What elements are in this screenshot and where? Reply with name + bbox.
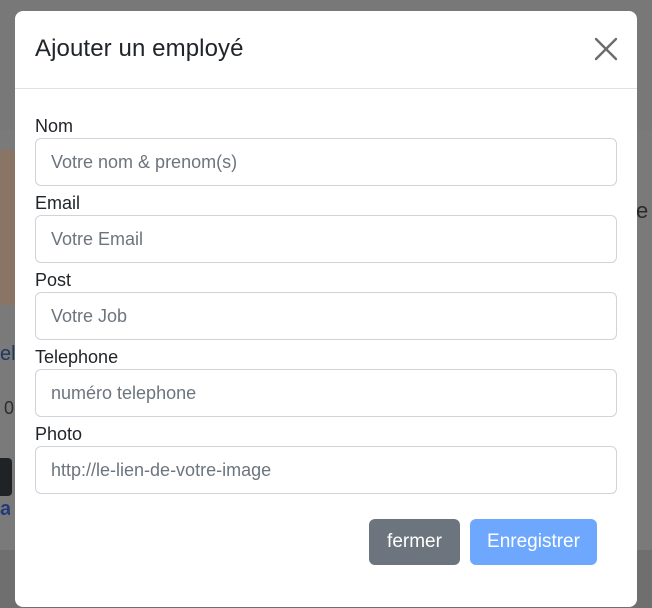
name-input[interactable] <box>35 138 617 186</box>
modal-title: Ajouter un employé <box>35 35 244 62</box>
close-icon <box>594 37 618 61</box>
telephone-label: Telephone <box>35 347 119 367</box>
background-email-fragment: el@ <box>0 343 16 365</box>
close-button[interactable] <box>593 36 619 62</box>
photo-label: Photo <box>35 424 83 444</box>
email-label: Email <box>35 193 81 213</box>
background-right-fragment: e <box>636 198 649 223</box>
photo-url-input[interactable] <box>35 446 617 494</box>
post-input[interactable] <box>35 292 617 340</box>
name-label: Nom <box>35 116 74 136</box>
background-blue-fragment: a <box>0 498 10 520</box>
post-label: Post <box>35 270 72 290</box>
form-scroll-clip <box>35 497 617 511</box>
close-modal-button[interactable]: fermer <box>369 519 460 565</box>
telephone-input[interactable] <box>35 369 617 417</box>
save-button[interactable]: Enregistrer <box>470 519 597 565</box>
background-photo <box>0 150 16 305</box>
email-input[interactable] <box>35 215 617 263</box>
modal-header: Ajouter un employé <box>15 11 637 89</box>
employee-form: Nom Email Post Telephone Photo <box>35 114 617 499</box>
add-employee-modal: Ajouter un employé Nom Email Post Teleph… <box>15 11 637 607</box>
background-button-fragment <box>0 458 12 496</box>
background-card-right <box>637 130 652 550</box>
